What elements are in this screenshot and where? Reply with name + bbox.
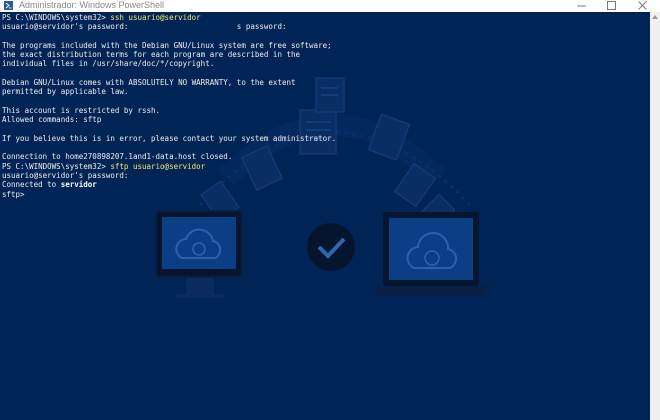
terminal-line: permitted by applicable law. (2, 87, 129, 97)
terminal-line: Connection to home270898207.1and1-data.h… (2, 152, 233, 162)
close-button[interactable] (628, 0, 658, 12)
terminal-line: The programs included with the Debian GN… (2, 40, 332, 50)
title-bar[interactable]: Administrador: Windows PowerShell (0, 0, 660, 12)
scroll-up-button[interactable] (650, 12, 660, 22)
terminal-line: Allowed commands: sftp (2, 115, 102, 125)
terminal-output[interactable]: PS C:\WINDOWS\system32> ssh usuario@serv… (2, 13, 336, 199)
server-name: servidor (60, 180, 97, 190)
minimize-icon (577, 5, 586, 7)
terminal-line: This account is restricted by rssh. (2, 105, 161, 115)
laptop-icon (372, 212, 490, 296)
desktop-monitor-icon (155, 210, 243, 298)
maximize-button[interactable] (597, 0, 627, 12)
minimize-button[interactable] (567, 0, 597, 12)
terminal-line: usuario@servidor's password: s password: (2, 22, 287, 32)
terminal-line: Debian GNU/Linux comes with ABSOLUTELY N… (2, 78, 296, 88)
sftp-prompt[interactable]: sftp> (2, 190, 336, 199)
vertical-scrollbar[interactable] (650, 12, 660, 420)
terminal-line: PS C:\WINDOWS\system32> ssh usuario@serv… (2, 13, 201, 22)
terminal-line: If you believe this is in error, please … (2, 133, 337, 143)
terminal-line: usuario@servidor's password: (2, 171, 129, 181)
check-circle-icon (307, 223, 355, 271)
command-text: sftp usuario@servidor (110, 161, 206, 171)
window-title: Administrador: Windows PowerShell (19, 0, 165, 10)
powershell-icon (4, 1, 13, 10)
terminal-line: PS C:\WINDOWS\system32> sftp usuario@ser… (2, 161, 206, 171)
console-area[interactable]: PS C:\WINDOWS\system32> ssh usuario@serv… (0, 12, 660, 420)
maximize-icon (607, 1, 616, 10)
close-icon (638, 1, 647, 10)
terminal-line: the exact distribution terms for each pr… (2, 50, 301, 60)
terminal-line: individual files in /usr/share/doc/*/cop… (2, 59, 215, 69)
terminal-line: Connected to servidor (2, 180, 97, 190)
chevron-up-icon (652, 15, 658, 19)
command-text: ssh usuario@servidor (110, 13, 201, 22)
